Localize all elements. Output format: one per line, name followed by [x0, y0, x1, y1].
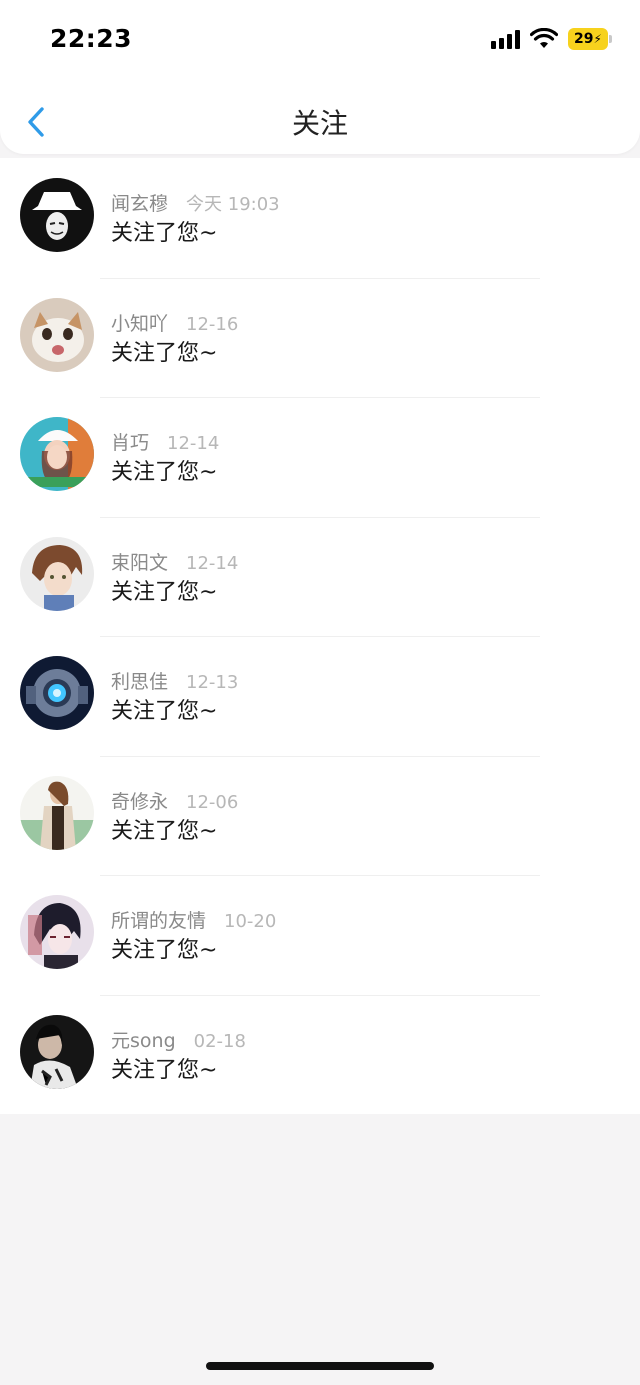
avatar[interactable]: [20, 297, 94, 372]
signal-icon: [491, 29, 520, 49]
item-meta: 元song 02-18: [111, 1026, 246, 1053]
user-name[interactable]: 小知吖: [111, 309, 168, 336]
item-message: 关注了您~: [111, 460, 218, 485]
item-message: 关注了您~: [111, 340, 218, 366]
item-message: 关注了您~: [111, 938, 218, 963]
anime-dark-avatar-icon: [20, 895, 94, 969]
nav-bar: 关注: [0, 90, 640, 152]
list-item[interactable]: 小知吖 12-16 关注了您~: [0, 277, 640, 398]
user-name[interactable]: 所谓的友情: [111, 906, 206, 933]
list-item[interactable]: 肖巧 12-14 关注了您~: [0, 397, 640, 517]
user-name[interactable]: 利思佳: [111, 667, 168, 694]
status-bar: 22:23 29 ⚡: [0, 0, 640, 80]
list-item[interactable]: 元song 02-18 关注了您~: [0, 994, 640, 1115]
avatar[interactable]: [20, 1014, 94, 1089]
item-date: 12-13: [186, 672, 239, 693]
avatar[interactable]: [20, 895, 94, 969]
list-item[interactable]: 闻玄穆 今天 19:03 关注了您~: [0, 158, 640, 278]
item-meta: 利思佳 12-13: [111, 667, 238, 694]
avatar[interactable]: [20, 417, 94, 491]
user-name[interactable]: 闻玄穆: [111, 189, 168, 216]
avatar[interactable]: [20, 536, 94, 611]
follower-list: 闻玄穆 今天 19:03 关注了您~ 小知吖 12-16 关注了您~ 肖巧 12…: [0, 158, 640, 1114]
item-message: 关注了您~: [111, 221, 218, 246]
avatar[interactable]: [20, 178, 94, 252]
avatar[interactable]: [20, 656, 94, 730]
item-date: 12-16: [186, 313, 239, 335]
user-name[interactable]: 奇修永: [111, 787, 168, 814]
item-date: 02-18: [193, 1030, 246, 1052]
item-date: 12-14: [186, 552, 239, 574]
item-message: 关注了您~: [111, 1057, 218, 1083]
item-message: 关注了您~: [111, 818, 218, 844]
girl-hat-avatar-icon: [20, 417, 94, 491]
list-item[interactable]: 利思佳 12-13 关注了您~: [0, 636, 640, 756]
item-message: 关注了您~: [111, 699, 218, 724]
item-date: 今天 19:03: [186, 194, 280, 215]
user-name[interactable]: 元song: [111, 1026, 176, 1053]
anime-boy-avatar-icon: [20, 536, 94, 611]
battery-level: 29: [574, 31, 594, 47]
status-icons: 29 ⚡: [491, 28, 612, 50]
user-name[interactable]: 束阳文: [111, 548, 168, 575]
wifi-icon: [530, 28, 558, 48]
item-date: 12-06: [186, 791, 239, 813]
item-meta: 闻玄穆 今天 19:03: [111, 189, 280, 216]
user-name[interactable]: 肖巧: [111, 428, 149, 455]
avatar[interactable]: [20, 775, 94, 850]
item-meta: 小知吖 12-16: [111, 309, 238, 336]
item-meta: 所谓的友情 10-20: [111, 906, 276, 933]
mask-avatar-icon: [20, 178, 94, 252]
item-meta: 奇修永 12-06: [111, 787, 238, 814]
woman-photo-avatar-icon: [20, 775, 94, 850]
header: 22:23 29 ⚡ 关注: [0, 0, 640, 154]
home-indicator[interactable]: [206, 1362, 434, 1370]
list-item[interactable]: 奇修永 12-06 关注了您~: [0, 755, 640, 876]
list-item[interactable]: 所谓的友情 10-20 关注了您~: [0, 875, 640, 995]
item-meta: 束阳文 12-14: [111, 548, 238, 575]
item-meta: 肖巧 12-14: [111, 428, 219, 455]
cat-avatar-icon: [20, 297, 94, 372]
list-item[interactable]: 束阳文 12-14 关注了您~: [0, 516, 640, 637]
item-date: 10-20: [224, 911, 277, 932]
battery-icon: 29 ⚡: [568, 28, 612, 50]
dark-photo-avatar-icon: [20, 1014, 94, 1089]
robot-avatar-icon: [20, 656, 94, 730]
item-date: 12-14: [167, 433, 220, 454]
item-message: 关注了您~: [111, 579, 218, 605]
status-time: 22:23: [50, 24, 133, 53]
page-title: 关注: [291, 107, 348, 140]
